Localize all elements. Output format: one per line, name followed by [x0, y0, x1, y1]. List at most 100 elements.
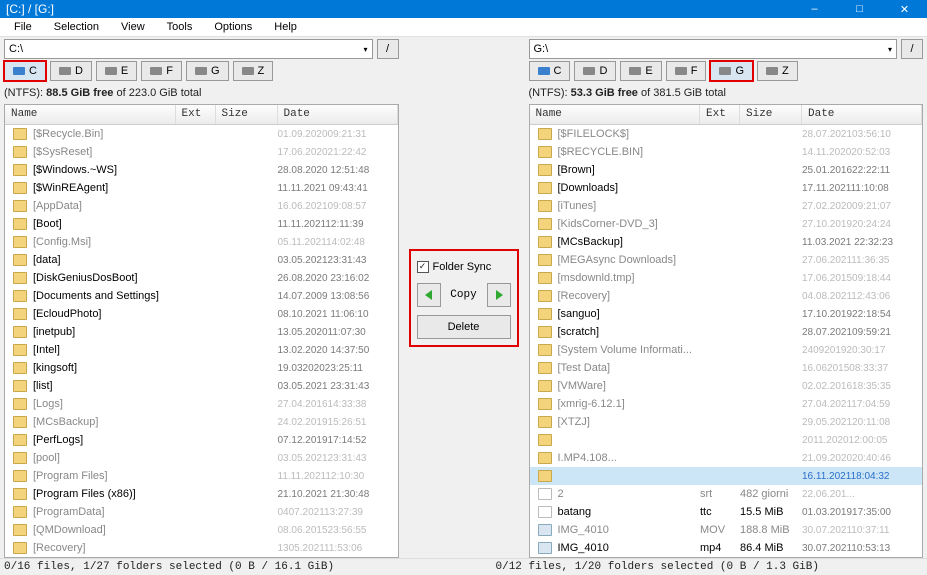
list-item[interactable]: 2srt482 giorni22.06.201... [530, 485, 923, 503]
list-item[interactable]: batangttc15.5 MiB01.03.201917:35:00 [530, 503, 923, 521]
item-date: 27.10.201920:24:24 [802, 219, 922, 230]
list-item[interactable]: [MCsBackup]24.02.201915:26:51 [5, 413, 398, 431]
list-item[interactable]: [System Volume Informati...2409201920:30… [530, 341, 923, 359]
list-item[interactable]: [$WinREAgent]11.11.2021 09:43:41 [5, 179, 398, 197]
right-drive-g[interactable]: G [710, 61, 753, 81]
list-item[interactable]: [ProgramData]0407.202113:27:39 [5, 503, 398, 521]
menu-options[interactable]: Options [204, 18, 262, 36]
list-item[interactable]: 16.11.202118:04:32 [530, 467, 923, 485]
right-drive-z[interactable]: Z [757, 61, 798, 81]
right-panel: G:\ ▾ / CDEFGZ (NTFS): 53.3 GiB free of … [525, 37, 927, 558]
list-item[interactable]: [kingsoft]19.03202023:25:11 [5, 359, 398, 377]
drive-icon [242, 67, 254, 75]
right-drive-f[interactable]: F [666, 61, 707, 81]
list-item[interactable]: [msdownld.tmp]17.06.201509:18:44 [530, 269, 923, 287]
list-item[interactable]: [$Windows.~WS]28.08.2020 12:51:48 [5, 161, 398, 179]
item-date: 27.02.202009:21:07 [802, 201, 922, 212]
list-item[interactable]: [EcloudPhoto]08.10.2021 11:06:10 [5, 305, 398, 323]
list-item[interactable]: [Documents and Settings]14.07.2009 13:08… [5, 287, 398, 305]
list-item[interactable]: [Downloads]17.11.202111:10:08 [530, 179, 923, 197]
list-item[interactable]: [sanguo]17.10.201922:18:54 [530, 305, 923, 323]
right-drive-e[interactable]: E [620, 61, 661, 81]
list-item[interactable]: [list]03.05.2021 23:31:43 [5, 377, 398, 395]
list-item[interactable]: [DiskGeniusDosBoot]26.08.2020 23:16:02 [5, 269, 398, 287]
left-drive-g[interactable]: G [186, 61, 229, 81]
menu-tools[interactable]: Tools [157, 18, 203, 36]
list-item[interactable]: [$SysReset]17.06.202021:22:42 [5, 143, 398, 161]
col-ext[interactable]: Ext [176, 105, 216, 124]
col-size[interactable]: Size [740, 105, 802, 124]
right-drive-c[interactable]: C [529, 61, 571, 81]
list-item[interactable]: [MCsBackup]11.03.2021 22:32:23 [530, 233, 923, 251]
list-item[interactable]: [inetpub]13.05.202011:07:30 [5, 323, 398, 341]
left-root-button[interactable]: / [377, 39, 399, 59]
list-item[interactable]: [Test Data]16.06201508:33:37 [530, 359, 923, 377]
left-drive-d[interactable]: D [50, 61, 92, 81]
list-item[interactable]: [Logs]27.04.201614:33:38 [5, 395, 398, 413]
copy-right-button[interactable] [487, 283, 511, 307]
list-item[interactable]: 2011.202012:00:05 [530, 431, 923, 449]
close-button[interactable]: ✕ [882, 0, 927, 18]
list-item[interactable]: [QMDownload]08.06.201523:56:55 [5, 521, 398, 539]
folder-icon [13, 434, 27, 446]
list-item[interactable]: [$FILELOCK$]28.07.202103:56:10 [530, 125, 923, 143]
menu-view[interactable]: View [111, 18, 155, 36]
list-item[interactable]: [scratch]28.07.202109:59:21 [530, 323, 923, 341]
folder-icon [13, 398, 27, 410]
list-item[interactable]: [Program Files (x86)]21.10.2021 21:30:48 [5, 485, 398, 503]
left-drive-f[interactable]: F [141, 61, 182, 81]
col-size[interactable]: Size [216, 105, 278, 124]
list-item[interactable]: [iTunes]27.02.202009:21:07 [530, 197, 923, 215]
drive-icon [719, 67, 731, 75]
left-drive-e[interactable]: E [96, 61, 137, 81]
list-item[interactable]: [PerfLogs]07.12.201917:14:52 [5, 431, 398, 449]
item-date: 03.05.202123:31:43 [278, 255, 398, 266]
list-item[interactable]: [Brown]25.01.201622:22:11 [530, 161, 923, 179]
list-item[interactable]: [data]03.05.202123:31:43 [5, 251, 398, 269]
list-item[interactable]: IMG_4010mp486.4 MiB30.07.202110:53:13 [530, 539, 923, 557]
list-item[interactable]: [Recovery]04.08.202112:43:06 [530, 287, 923, 305]
menu-help[interactable]: Help [264, 18, 307, 36]
folder-icon [538, 416, 552, 428]
col-date[interactable]: Date [278, 105, 398, 124]
list-item[interactable]: [Boot]11.11.202112:11:39 [5, 215, 398, 233]
list-item[interactable]: [VMWare]02.02.201618:35:35 [530, 377, 923, 395]
item-name: [kingsoft] [33, 362, 176, 374]
folder-icon [13, 326, 27, 338]
list-item[interactable]: [xmrig-6.12.1]27.04.202117:04:59 [530, 395, 923, 413]
col-name[interactable]: Name [530, 105, 701, 124]
folder-icon [13, 452, 27, 464]
item-date: 04.08.202112:43:06 [802, 291, 922, 302]
col-ext[interactable]: Ext [700, 105, 740, 124]
list-item[interactable]: [Program Files]11.11.202112:10:30 [5, 467, 398, 485]
list-item[interactable]: [Config.Msi]05.11.202114:02:48 [5, 233, 398, 251]
copy-left-button[interactable] [417, 283, 441, 307]
left-path-combo[interactable]: C:\ ▾ [4, 39, 373, 59]
right-root-button[interactable]: / [901, 39, 923, 59]
list-item[interactable]: I.MP4.108...21.09.202020:40:46 [530, 449, 923, 467]
right-drive-d[interactable]: D [574, 61, 616, 81]
list-item[interactable]: [Recovery]1305.202111:53:06 [5, 539, 398, 557]
delete-button[interactable]: Delete [417, 315, 511, 339]
list-item[interactable]: [Intel]13.02.2020 14:37:50 [5, 341, 398, 359]
list-item[interactable]: IMG_4010MOV188.8 MiB30.07.202110:37:11 [530, 521, 923, 539]
list-item[interactable]: [$RECYCLE.BIN]14.11.202020:52:03 [530, 143, 923, 161]
left-drive-z[interactable]: Z [233, 61, 274, 81]
list-item[interactable]: [AppData]16.06.202109:08:57 [5, 197, 398, 215]
folder-icon [538, 452, 552, 464]
left-drive-c[interactable]: C [4, 61, 46, 81]
col-name[interactable]: Name [5, 105, 176, 124]
minimize-button[interactable]: – [792, 0, 837, 18]
folder-sync-checkbox[interactable]: ✓ [417, 261, 429, 273]
list-item[interactable]: [pool]03.05.202123:31:43 [5, 449, 398, 467]
folder-icon [13, 182, 27, 194]
list-item[interactable]: [$Recycle.Bin]01.09.202009:21:31 [5, 125, 398, 143]
menu-selection[interactable]: Selection [44, 18, 109, 36]
list-item[interactable]: [XTZJ]29.05.202120:11:08 [530, 413, 923, 431]
list-item[interactable]: [MEGAsync Downloads]27.06.202111:36:35 [530, 251, 923, 269]
list-item[interactable]: [KidsCorner-DVD_3]27.10.201920:24:24 [530, 215, 923, 233]
col-date[interactable]: Date [802, 105, 922, 124]
maximize-button[interactable]: □ [837, 0, 882, 18]
right-path-combo[interactable]: G:\ ▾ [529, 39, 898, 59]
menu-file[interactable]: File [4, 18, 42, 36]
